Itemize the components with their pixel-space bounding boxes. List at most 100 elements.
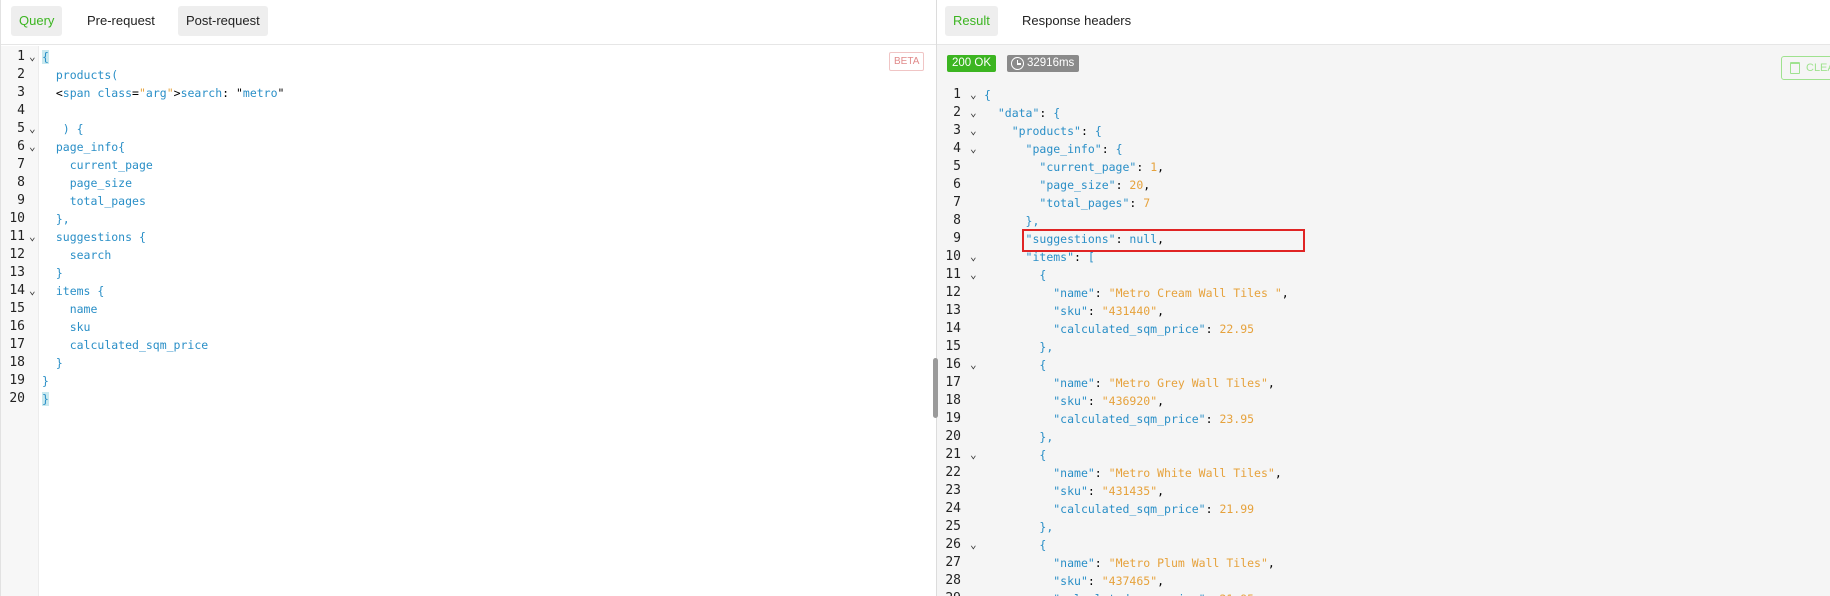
line-number: 21 [945,447,961,462]
code-text: total_pages [69,194,146,208]
tab-response-headers[interactable]: Response headers [1014,6,1139,36]
line-number: 11 [9,229,25,244]
code-text: "name": "Metro Grey Wall Tiles", [1053,376,1275,390]
clear-button[interactable]: CLEAR [1781,56,1830,80]
line-number: 16 [9,319,25,334]
line-number: 6 [953,177,961,192]
code-text: "sku": "437465", [1053,574,1165,588]
clock-icon [1011,57,1024,70]
fold-chevron-icon[interactable]: ⌄ [970,86,977,104]
suggestions-highlight-box [1022,229,1305,252]
result-viewer[interactable]: 1 ⌄ {2 ⌄ "data": {3 ⌄ "products": {4 ⌄ "page_… [937,86,1830,596]
fold-chevron-icon[interactable]: ⌄ [29,228,36,246]
fold-chevron-icon[interactable]: ⌄ [970,140,977,158]
response-time-value: 32916ms [1027,57,1075,69]
line-number: 23 [945,483,961,498]
line-number: 8 [17,175,25,190]
tab-pre-request[interactable]: Pre-request [79,6,163,36]
fold-chevron-icon[interactable]: ⌄ [29,282,36,300]
tab-query[interactable]: Query [11,6,63,36]
fold-chevron-icon[interactable]: ⌄ [970,248,977,266]
fold-chevron-icon[interactable]: ⌄ [970,266,977,284]
line-number: 9 [953,231,961,246]
code-text: }, [1039,340,1054,354]
code-text: "calculated_sqm_price": 21.95 [984,590,1254,596]
code-text: calculated_sqm_price [69,338,209,352]
code-text: { [984,88,991,102]
line-number: 5 [17,121,25,136]
fold-chevron-icon[interactable]: ⌄ [970,536,977,554]
code-text: "data": { [997,106,1061,120]
code-text: "calculated_sqm_price": 23.95 [1053,412,1255,426]
code-text: }, [55,212,70,226]
line-number: 2 [953,105,961,120]
line-number: 19 [9,373,25,388]
line-number: 12 [945,285,961,300]
code-text: "sku": "431440", [1053,304,1165,318]
line-number: 1 [17,49,25,64]
query-tabbar: Query Pre-request Post-request [1,0,936,45]
line-number: 3 [953,123,961,138]
line-number: 24 [945,501,961,516]
code-text: "name": "Metro Plum Wall Tiles", [1053,556,1275,570]
code-text: name [69,302,98,316]
line-number: 22 [945,465,961,480]
tab-result[interactable]: Result [945,6,998,36]
line-number: 9 [17,193,25,208]
code-text: "calculated_sqm_price": 22.95 [1053,322,1255,336]
code-text: { [1039,268,1047,282]
line-number: 28 [945,573,961,588]
code-text: current_page [69,158,153,172]
code-text: "calculated_sqm_price": 21.99 [1053,502,1255,516]
line-number: 26 [945,537,961,552]
editor-scrollbar[interactable] [933,358,938,418]
line-number: 15 [945,339,961,354]
fold-chevron-icon[interactable]: ⌄ [970,104,977,122]
line-number: 13 [945,303,961,318]
code-text: products( [55,68,119,82]
line-number: 29 [937,590,961,596]
code-text: { [42,50,49,64]
fold-chevron-icon[interactable]: ⌄ [29,138,36,156]
code-text: "page_info": { [1025,142,1123,156]
line-number: 18 [9,355,25,370]
line-number: 11 [945,267,961,282]
line-number: 10 [945,249,961,264]
status-badge: 200 OK [947,55,996,72]
line-number: 10 [9,211,25,226]
line-number: 13 [9,265,25,280]
fold-chevron-icon[interactable]: ⌄ [29,120,36,138]
line-number: 7 [17,157,25,172]
code-text: items { [55,284,105,298]
line-number: 19 [945,411,961,426]
line-number: 14 [9,283,25,298]
line-number: 20 [945,429,961,444]
code-text: page_size [69,176,133,190]
result-tabbar: Result Response headers [937,0,1830,45]
line-number: 25 [945,519,961,534]
line-number: 3 [17,85,25,100]
code-text: "current_page": 1, [1039,160,1165,174]
code-text: }, [1039,520,1054,534]
fold-chevron-icon[interactable]: ⌄ [29,48,36,66]
query-editor[interactable]: 1 ⌄ {2 products(3 <span class="arg">search… [1,48,931,596]
line-number: 4 [17,103,25,118]
code-text: }, [1039,430,1054,444]
response-time-badge: 32916ms [1007,55,1080,72]
line-number: 17 [945,375,961,390]
fold-chevron-icon[interactable]: ⌄ [970,356,977,374]
code-text: page_info{ [55,140,126,154]
line-number: 12 [9,247,25,262]
line-number: 15 [9,301,25,316]
code-text: "products": { [1011,124,1102,138]
tab-post-request[interactable]: Post-request [178,6,268,36]
code-text: "sku": "436920", [1053,394,1165,408]
line-number: 5 [953,159,961,174]
code-text: } [42,392,49,406]
line-number: 14 [945,321,961,336]
code-text: } [55,266,63,280]
line-number: 20 [9,391,25,406]
fold-chevron-icon[interactable]: ⌄ [970,122,977,140]
line-number: 27 [945,555,961,570]
fold-chevron-icon[interactable]: ⌄ [970,446,977,464]
